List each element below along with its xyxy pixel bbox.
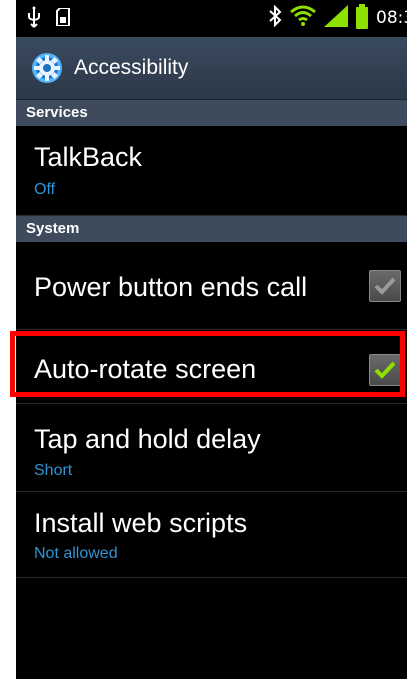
status-bar: 08:38 bbox=[16, 0, 407, 37]
list-item-power-button-ends-call[interactable]: Power button ends call bbox=[16, 242, 407, 330]
sd-card-icon bbox=[56, 6, 70, 31]
talkback-status: Off bbox=[34, 181, 56, 198]
tap-and-hold-delay-value: Short bbox=[34, 462, 73, 479]
battery-icon bbox=[356, 4, 368, 29]
highlight-box bbox=[10, 331, 405, 397]
status-time: 08:38 bbox=[376, 8, 407, 28]
title-bar: Accessibility bbox=[16, 37, 407, 100]
section-header-services: Services bbox=[16, 100, 407, 126]
page-title: Accessibility bbox=[74, 56, 189, 79]
wifi-icon bbox=[290, 5, 316, 32]
install-web-scripts-value: Not allowed bbox=[34, 545, 118, 562]
usb-icon bbox=[26, 6, 42, 33]
gear-icon bbox=[30, 51, 64, 85]
list-item-install-web-scripts[interactable]: Install web scripts Not allowed bbox=[16, 492, 407, 578]
list-item-tap-and-hold-delay[interactable]: Tap and hold delay Short bbox=[16, 404, 407, 492]
talkback-title: TalkBack bbox=[34, 142, 143, 172]
install-web-scripts-title: Install web scripts bbox=[34, 508, 248, 538]
list-item-talkback[interactable]: TalkBack Off bbox=[16, 126, 407, 216]
power-button-checkbox[interactable] bbox=[369, 270, 401, 302]
section-header-system: System bbox=[16, 216, 407, 242]
power-button-ends-call-title: Power button ends call bbox=[34, 272, 308, 302]
signal-icon bbox=[324, 4, 348, 32]
tap-and-hold-delay-title: Tap and hold delay bbox=[34, 424, 261, 454]
bluetooth-icon bbox=[268, 4, 282, 32]
